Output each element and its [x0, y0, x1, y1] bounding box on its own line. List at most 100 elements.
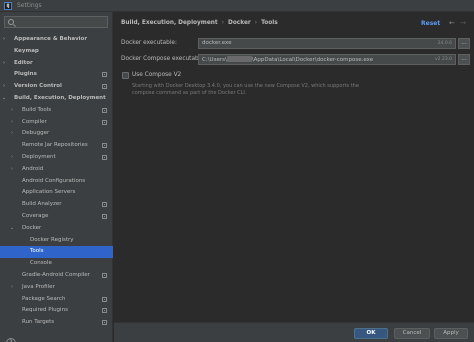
sidebar-item[interactable]: › Version Control	[0, 81, 113, 93]
sidebar-item[interactable]: › Java Profiler	[0, 282, 113, 294]
sidebar-item[interactable]: Application Servers	[0, 187, 113, 199]
sidebar-item[interactable]: Run Targets	[0, 317, 113, 329]
sidebar-item[interactable]: Console	[0, 258, 113, 270]
sidebar-item-label: Debugger	[22, 130, 50, 137]
sidebar-item-label: Remote Jar Repositories	[22, 142, 88, 149]
sidebar-item[interactable]: Plugins	[0, 69, 113, 81]
project-scope-icon	[102, 296, 107, 302]
compose-executable-field[interactable]: C:\Users\ \AppData\Local\Docker\docker-co…	[198, 54, 456, 65]
sidebar-item-label: Plugins	[14, 71, 37, 78]
chevron-down-icon[interactable]: ⌄	[1, 93, 7, 105]
project-scope-icon	[102, 143, 107, 149]
sidebar-item-label: Coverage	[22, 212, 49, 219]
path-prefix: C:\Users\	[202, 57, 227, 63]
sidebar-item-label: Android Configurations	[22, 177, 86, 184]
help-button[interactable]: ?	[6, 338, 16, 342]
sidebar-item-label: Compiler	[22, 118, 47, 125]
search-box[interactable]	[4, 16, 108, 28]
compose-executable-label: Docker Compose executable:	[121, 56, 206, 62]
sidebar-item-label: Build, Execution, Deployment	[14, 94, 106, 101]
back-arrow-icon[interactable]: ←	[449, 19, 455, 27]
sidebar-item[interactable]: ⌄ Docker	[0, 223, 113, 235]
sidebar-item[interactable]: Coverage	[0, 211, 113, 223]
search-input[interactable]	[17, 18, 105, 27]
breadcrumb: Build, Execution, Deployment › Docker › Tool…	[121, 20, 278, 26]
sidebar-item[interactable]: Docker Registry	[0, 235, 113, 247]
chevron-right-icon[interactable]: ›	[9, 282, 15, 294]
sidebar-item[interactable]: › Compiler	[0, 117, 113, 129]
chevron-right-icon[interactable]: ›	[9, 105, 15, 117]
sidebar-item-label: Appearance & Behavior	[14, 36, 88, 42]
chevron-down-icon[interactable]: ⌄	[9, 223, 15, 235]
forward-arrow-icon[interactable]: →	[460, 19, 466, 27]
docker-version: 24.0.6	[437, 41, 452, 46]
sidebar-item[interactable]: Android Configurations	[0, 176, 113, 188]
chevron-right-icon: ›	[254, 20, 258, 26]
sidebar-item[interactable]: › Build Tools	[0, 105, 113, 117]
project-scope-icon	[102, 72, 107, 78]
ok-button[interactable]: OK	[354, 328, 388, 339]
chevron-right-icon[interactable]: ›	[9, 117, 15, 129]
sidebar-item-label: Editor	[14, 59, 33, 66]
apply-button[interactable]: Apply	[434, 328, 468, 339]
sidebar-item-label: Java Profiler	[22, 283, 55, 290]
sidebar-item[interactable]: Remote Jar Repositories	[0, 140, 113, 152]
sidebar-item-label: Gradle-Android Compiler	[22, 271, 90, 278]
chevron-right-icon[interactable]: ›	[1, 81, 7, 93]
sidebar-item[interactable]: › Android	[0, 164, 113, 176]
chevron-right-icon[interactable]: ›	[1, 34, 7, 46]
sidebar-item[interactable]: Package Search	[0, 294, 113, 306]
sidebar-item[interactable]: Required Plugins	[0, 305, 113, 317]
sidebar-item-label: Application Servers	[22, 189, 76, 196]
use-compose-v2-checkbox[interactable]	[122, 72, 129, 79]
project-scope-icon	[102, 213, 107, 219]
chevron-right-icon[interactable]: ›	[9, 128, 15, 140]
sidebar-item[interactable]: ⌄ Build, Execution, Deployment	[0, 93, 113, 105]
browse-button[interactable]: ...	[458, 38, 470, 49]
browse-button[interactable]: ...	[458, 54, 470, 65]
sidebar-item[interactable]: › Debugger	[0, 128, 113, 140]
sidebar-item[interactable]: › Deployment	[0, 152, 113, 164]
project-scope-icon	[102, 84, 107, 90]
project-scope-icon	[102, 154, 107, 160]
project-scope-icon	[102, 308, 107, 314]
project-scope-icon	[102, 272, 107, 278]
sidebar-item[interactable]: Build Analyzer	[0, 199, 113, 211]
sidebar-item-label: Run Targets	[22, 319, 55, 326]
sidebar-item-label: Tools	[30, 248, 44, 255]
sidebar-item-label: Docker Registry	[30, 236, 74, 243]
sidebar-item-label: Build Tools	[22, 106, 52, 113]
sidebar-item-label: Version Control	[14, 83, 62, 90]
settings-content: Build, Execution, Deployment › Docker › Tool…	[114, 12, 474, 342]
app-icon: IJ	[4, 2, 12, 10]
sidebar-item[interactable]: › Appearance & Behavior	[0, 34, 113, 46]
search-icon	[8, 19, 14, 25]
redacted-username	[226, 56, 252, 62]
chevron-right-icon[interactable]: ›	[9, 152, 15, 164]
project-scope-icon	[102, 107, 107, 113]
chevron-right-icon[interactable]: ›	[1, 58, 7, 70]
cancel-button[interactable]: Cancel	[394, 328, 430, 339]
sidebar-item[interactable]: Gradle-Android Compiler	[0, 270, 113, 282]
chevron-right-icon[interactable]: ›	[9, 164, 15, 176]
compose-version: v2.23.0	[435, 57, 452, 62]
sidebar-item[interactable]: Tools	[0, 246, 113, 259]
chevron-right-icon: ›	[221, 20, 225, 26]
docker-executable-field[interactable]: docker.exe 24.0.6	[198, 38, 456, 49]
sidebar-item[interactable]: Keymap	[0, 46, 113, 58]
reset-link[interactable]: Reset	[421, 20, 440, 27]
compose-v2-hint: Starting with Docker Desktop 3.4.0, you …	[132, 83, 359, 96]
sidebar-item-label: Keymap	[14, 47, 39, 54]
project-scope-icon	[102, 119, 107, 125]
settings-tree: › Appearance & Behavior Keymap › Editor Plugi…	[0, 34, 113, 329]
title-bar: IJ Settings	[0, 0, 474, 12]
sidebar-item-label: Build Analyzer	[22, 201, 62, 208]
docker-executable-label: Docker executable:	[121, 40, 177, 46]
path-suffix: \AppData\Local\Docker\docker-compose.exe	[251, 57, 374, 63]
breadcrumb-item: Tools	[261, 20, 278, 26]
sidebar-item-label: Required Plugins	[22, 307, 68, 314]
sidebar-item[interactable]: › Editor	[0, 58, 113, 70]
sidebar-item-label: Docker	[22, 224, 42, 231]
breadcrumb-item: Docker	[228, 20, 251, 26]
use-compose-v2-label[interactable]: Use Compose V2	[132, 72, 181, 78]
